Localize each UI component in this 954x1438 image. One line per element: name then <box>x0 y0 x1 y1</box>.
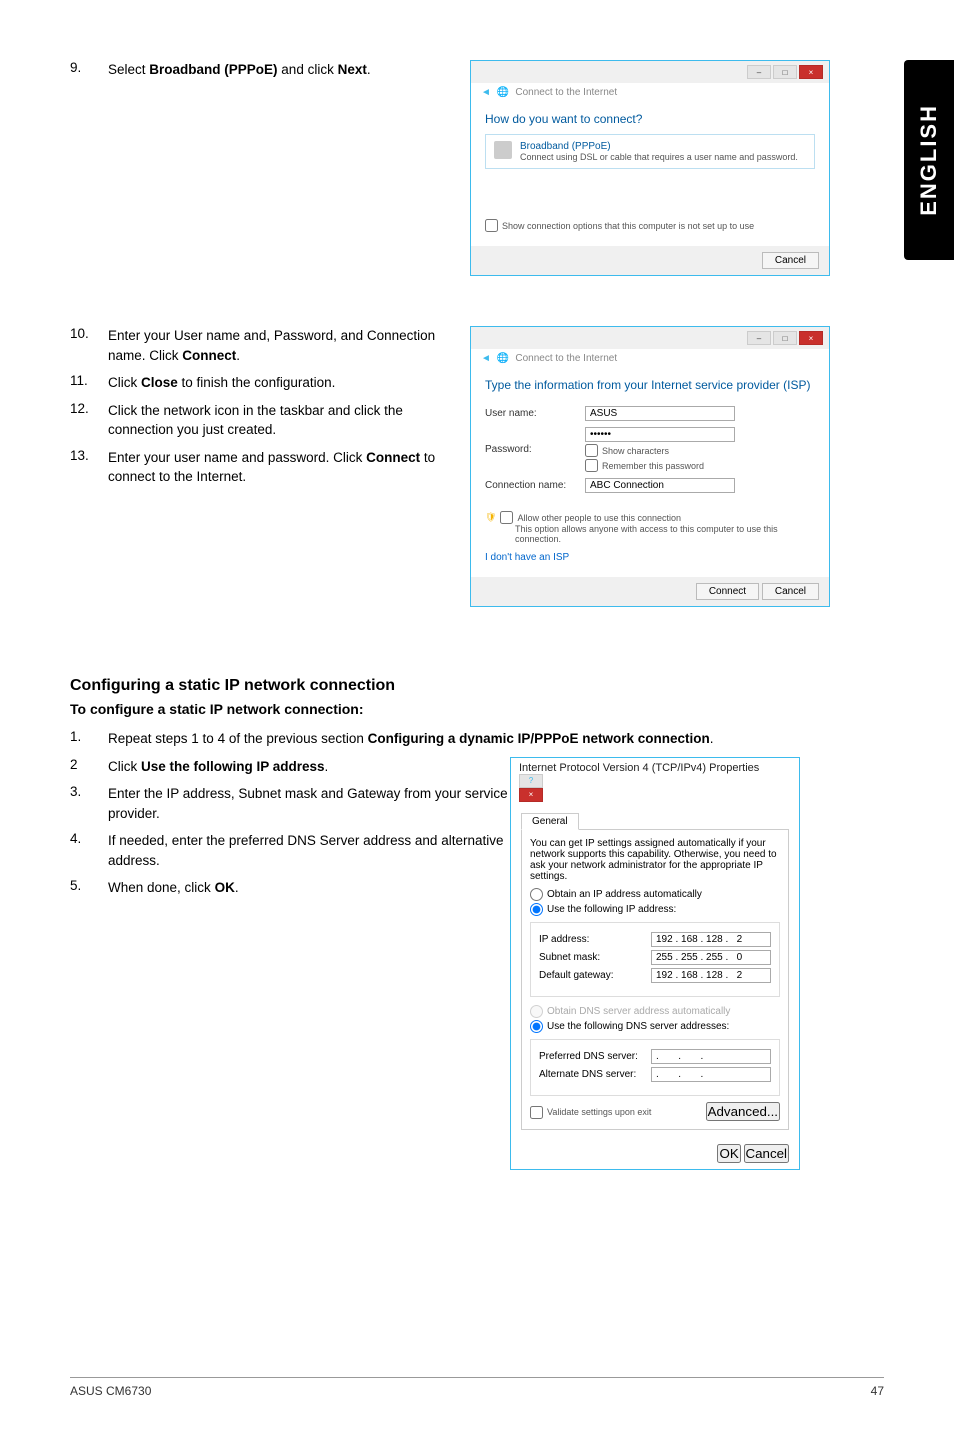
section-subheading: To configure a static IP network connect… <box>70 701 884 717</box>
close-button[interactable]: × <box>799 331 823 345</box>
dialog-heading: How do you want to connect? <box>485 112 815 126</box>
breadcrumb: Connect to the Internet <box>515 353 617 364</box>
step-text: Enter your User name and, Password, and … <box>108 326 470 365</box>
step-number: 2 <box>70 757 108 777</box>
maximize-button[interactable]: □ <box>773 331 797 345</box>
step-text: Enter the IP address, Subnet mask and Ga… <box>108 784 510 823</box>
connect-dialog-2: – □ × ◄ 🌐 Connect to the Internet Type t… <box>470 326 830 607</box>
help-button[interactable]: ? <box>519 774 543 788</box>
ok-button[interactable]: OK <box>717 1144 740 1163</box>
allow-others-checkbox[interactable] <box>500 511 513 524</box>
section-heading: Configuring a static IP network connecti… <box>70 677 884 695</box>
step-text: Select Broadband (PPPoE) and click Next. <box>108 60 470 80</box>
step-number: 1. <box>70 729 108 749</box>
footer-product: ASUS CM6730 <box>70 1384 151 1398</box>
step-text: Click the network icon in the taskbar an… <box>108 401 470 440</box>
footer-page: 47 <box>871 1384 884 1398</box>
modem-icon <box>494 141 512 159</box>
use-following-radio[interactable] <box>530 903 543 916</box>
minimize-button[interactable]: – <box>747 331 771 345</box>
username-label: User name: <box>485 408 575 419</box>
obtain-auto-radio[interactable] <box>530 888 543 901</box>
breadcrumb: Connect to the Internet <box>515 87 617 98</box>
back-icon[interactable]: ◄ <box>481 353 491 364</box>
password-input[interactable] <box>585 427 735 442</box>
step-number: 5. <box>70 878 108 898</box>
adns-input[interactable] <box>651 1067 771 1082</box>
description-text: You can get IP settings assigned automat… <box>530 838 780 882</box>
step-number: 4. <box>70 831 108 870</box>
mask-label: Subnet mask: <box>539 952 600 963</box>
connection-name-input[interactable] <box>585 478 735 493</box>
ipv4-properties-dialog: Internet Protocol Version 4 (TCP/IPv4) P… <box>510 757 800 1170</box>
cancel-button[interactable]: Cancel <box>762 583 819 600</box>
step-number: 13. <box>70 448 108 487</box>
dialog-heading: Type the information from your Internet … <box>485 378 815 392</box>
globe-icon: 🌐 <box>497 353 509 364</box>
ip-input[interactable] <box>651 932 771 947</box>
connect-button[interactable]: Connect <box>696 583 759 600</box>
gateway-label: Default gateway: <box>539 970 614 981</box>
pdns-label: Preferred DNS server: <box>539 1051 638 1062</box>
step-number: 3. <box>70 784 108 823</box>
minimize-button[interactable]: – <box>747 65 771 79</box>
globe-icon: 🌐 <box>497 87 509 98</box>
pdns-input[interactable] <box>651 1049 771 1064</box>
pppoe-option[interactable]: Broadband (PPPoE) Connect using DSL or c… <box>485 134 815 169</box>
advanced-button[interactable]: Advanced... <box>706 1102 780 1121</box>
step-text: Repeat steps 1 to 4 of the previous sect… <box>108 729 830 749</box>
connect-dialog-1: – □ × ◄ 🌐 Connect to the Internet How do… <box>470 60 830 276</box>
dialog-title: Internet Protocol Version 4 (TCP/IPv4) P… <box>519 762 759 774</box>
step-number: 9. <box>70 60 108 80</box>
password-label: Password: <box>485 444 575 455</box>
validate-checkbox[interactable] <box>530 1106 543 1119</box>
obtain-dns-radio <box>530 1005 543 1018</box>
close-button[interactable]: × <box>519 788 543 802</box>
step-text: Enter your user name and password. Click… <box>108 448 470 487</box>
connection-name-label: Connection name: <box>485 480 575 491</box>
ip-label: IP address: <box>539 934 589 945</box>
language-tab: ENGLISH <box>904 60 954 260</box>
maximize-button[interactable]: □ <box>773 65 797 79</box>
cancel-button[interactable]: Cancel <box>744 1144 790 1163</box>
show-options-checkbox[interactable] <box>485 219 498 232</box>
step-text: Click Close to finish the configuration. <box>108 373 470 393</box>
mask-input[interactable] <box>651 950 771 965</box>
cancel-button[interactable]: Cancel <box>762 252 819 269</box>
no-isp-link[interactable]: I don't have an ISP <box>485 552 569 563</box>
adns-label: Alternate DNS server: <box>539 1069 636 1080</box>
step-number: 10. <box>70 326 108 365</box>
step-number: 11. <box>70 373 108 393</box>
step-number: 12. <box>70 401 108 440</box>
shield-icon: 🛡 <box>485 512 496 523</box>
back-icon[interactable]: ◄ <box>481 87 491 98</box>
gateway-input[interactable] <box>651 968 771 983</box>
tab-general[interactable]: General <box>521 813 579 830</box>
step-text: When done, click OK. <box>108 878 510 898</box>
use-dns-radio[interactable] <box>530 1020 543 1033</box>
step-text: If needed, enter the preferred DNS Serve… <box>108 831 510 870</box>
allow-subtext: This option allows anyone with access to… <box>515 524 815 544</box>
username-input[interactable] <box>585 406 735 421</box>
close-button[interactable]: × <box>799 65 823 79</box>
show-chars-checkbox[interactable] <box>585 444 598 457</box>
step-text: Click Use the following IP address. <box>108 757 510 777</box>
remember-checkbox[interactable] <box>585 459 598 472</box>
